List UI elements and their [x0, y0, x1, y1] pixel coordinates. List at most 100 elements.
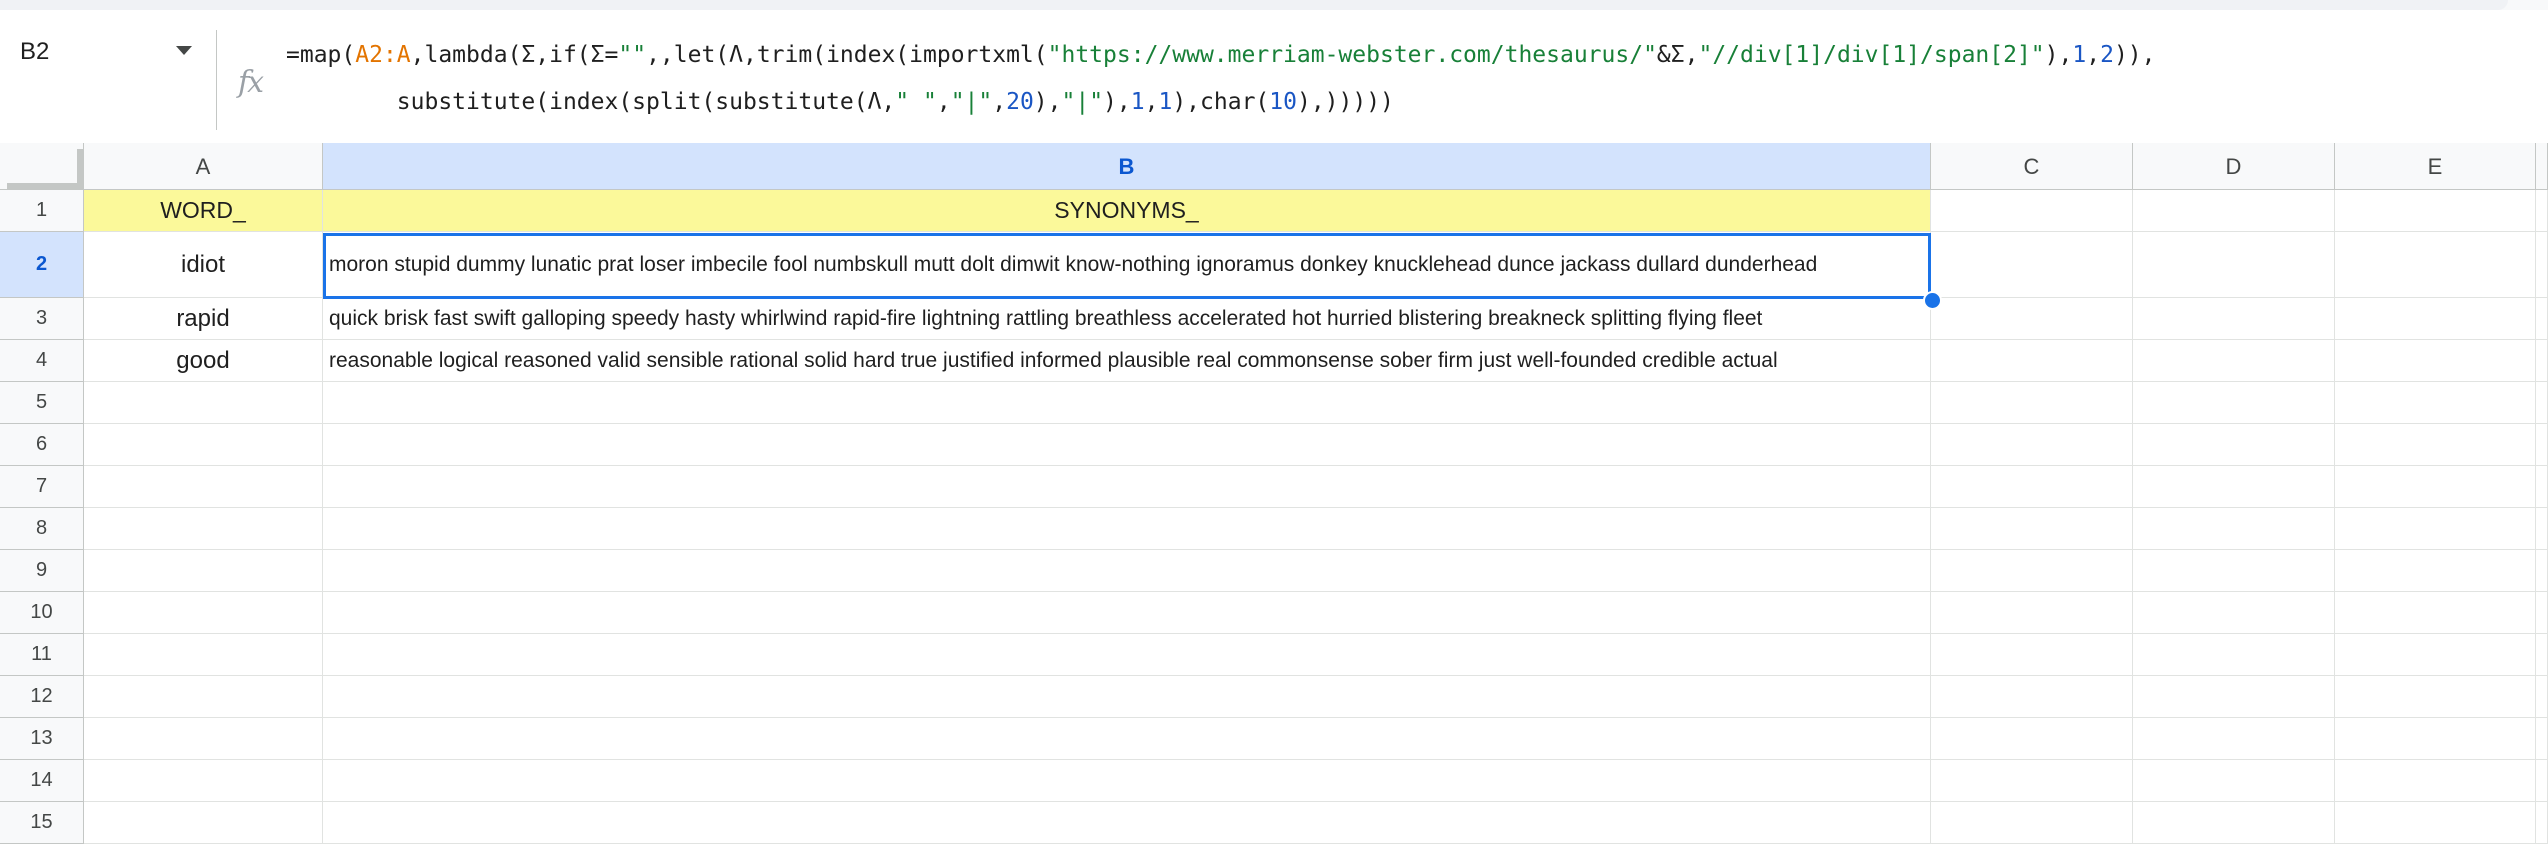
cell-c13[interactable]: [1931, 718, 2133, 760]
cell-e12[interactable]: [2335, 676, 2536, 718]
cell-b2[interactable]: moron stupid dummy lunatic prat loser im…: [323, 232, 1931, 298]
cell-c2[interactable]: [1931, 232, 2133, 298]
cell-f11[interactable]: [2536, 634, 2548, 676]
cell-e8[interactable]: [2335, 508, 2536, 550]
cell-a14[interactable]: [84, 760, 323, 802]
cell-d8[interactable]: [2133, 508, 2335, 550]
cell-d3[interactable]: [2133, 298, 2335, 340]
row-header[interactable]: 4: [0, 340, 84, 382]
cell-d12[interactable]: [2133, 676, 2335, 718]
row-header[interactable]: 12: [0, 676, 84, 718]
cell-f5[interactable]: [2536, 382, 2548, 424]
cell-a9[interactable]: [84, 550, 323, 592]
cell-c8[interactable]: [1931, 508, 2133, 550]
row-header[interactable]: 5: [0, 382, 84, 424]
cell-f4[interactable]: [2536, 340, 2548, 382]
cell-d11[interactable]: [2133, 634, 2335, 676]
cell-d5[interactable]: [2133, 382, 2335, 424]
cell-b8[interactable]: [323, 508, 1931, 550]
cell-b5[interactable]: [323, 382, 1931, 424]
cell-b11[interactable]: [323, 634, 1931, 676]
cell-e4[interactable]: [2335, 340, 2536, 382]
column-header-c[interactable]: C: [1931, 143, 2133, 190]
cell-e3[interactable]: [2335, 298, 2536, 340]
cell-d10[interactable]: [2133, 592, 2335, 634]
row-header[interactable]: 2: [0, 232, 84, 298]
cell-a1[interactable]: WORD_: [84, 190, 323, 232]
cell-e11[interactable]: [2335, 634, 2536, 676]
row-header[interactable]: 8: [0, 508, 84, 550]
cell-e10[interactable]: [2335, 592, 2536, 634]
column-header-e[interactable]: E: [2335, 143, 2536, 190]
row-header[interactable]: 10: [0, 592, 84, 634]
cell-e2[interactable]: [2335, 232, 2536, 298]
cell-b13[interactable]: [323, 718, 1931, 760]
cell-c11[interactable]: [1931, 634, 2133, 676]
row-header[interactable]: 7: [0, 466, 84, 508]
cell-e7[interactable]: [2335, 466, 2536, 508]
cell-b12[interactable]: [323, 676, 1931, 718]
row-header[interactable]: 15: [0, 802, 84, 844]
column-header-a[interactable]: A: [84, 143, 323, 190]
cell-b4[interactable]: reasonable logical reasoned valid sensib…: [323, 340, 1931, 382]
cell-c4[interactable]: [1931, 340, 2133, 382]
cell-e9[interactable]: [2335, 550, 2536, 592]
row-header[interactable]: 1: [0, 190, 84, 232]
cell-a15[interactable]: [84, 802, 323, 844]
cell-b1[interactable]: SYNONYMS_: [323, 190, 1931, 232]
cell-b3[interactable]: quick brisk fast swift galloping speedy …: [323, 298, 1931, 340]
cell-c6[interactable]: [1931, 424, 2133, 466]
cell-f15[interactable]: [2536, 802, 2548, 844]
row-header[interactable]: 13: [0, 718, 84, 760]
cell-f3[interactable]: [2536, 298, 2548, 340]
row-header[interactable]: 3: [0, 298, 84, 340]
cell-e15[interactable]: [2335, 802, 2536, 844]
cell-c10[interactable]: [1931, 592, 2133, 634]
cell-c14[interactable]: [1931, 760, 2133, 802]
cell-e14[interactable]: [2335, 760, 2536, 802]
cell-f10[interactable]: [2536, 592, 2548, 634]
cell-b15[interactable]: [323, 802, 1931, 844]
cell-c5[interactable]: [1931, 382, 2133, 424]
cell-d7[interactable]: [2133, 466, 2335, 508]
cell-c3[interactable]: [1931, 298, 2133, 340]
row-header[interactable]: 9: [0, 550, 84, 592]
cell-d14[interactable]: [2133, 760, 2335, 802]
cell-a10[interactable]: [84, 592, 323, 634]
cell-f7[interactable]: [2536, 466, 2548, 508]
column-header-b[interactable]: B: [323, 143, 1931, 190]
cell-f1[interactable]: [2536, 190, 2548, 232]
cell-b14[interactable]: [323, 760, 1931, 802]
chevron-down-icon[interactable]: [176, 46, 192, 55]
cell-a11[interactable]: [84, 634, 323, 676]
cell-f8[interactable]: [2536, 508, 2548, 550]
cell-c9[interactable]: [1931, 550, 2133, 592]
cell-e13[interactable]: [2335, 718, 2536, 760]
column-header-next[interactable]: [2536, 143, 2548, 190]
cell-e1[interactable]: [2335, 190, 2536, 232]
cell-c12[interactable]: [1931, 676, 2133, 718]
cell-a5[interactable]: [84, 382, 323, 424]
cell-a8[interactable]: [84, 508, 323, 550]
cell-d9[interactable]: [2133, 550, 2335, 592]
row-header[interactable]: 11: [0, 634, 84, 676]
cell-d15[interactable]: [2133, 802, 2335, 844]
select-all-corner[interactable]: [0, 143, 84, 190]
cell-a4[interactable]: good: [84, 340, 323, 382]
cell-a7[interactable]: [84, 466, 323, 508]
row-header[interactable]: 6: [0, 424, 84, 466]
cell-e6[interactable]: [2335, 424, 2536, 466]
cell-b7[interactable]: [323, 466, 1931, 508]
cell-b10[interactable]: [323, 592, 1931, 634]
cell-a13[interactable]: [84, 718, 323, 760]
formula-input[interactable]: =map(A2:A,lambda(Σ,if(Σ="",,let(Λ,trim(i…: [286, 32, 2155, 126]
cell-a6[interactable]: [84, 424, 323, 466]
cell-f14[interactable]: [2536, 760, 2548, 802]
fill-handle[interactable]: [1923, 291, 1942, 310]
row-header[interactable]: 14: [0, 760, 84, 802]
cell-d1[interactable]: [2133, 190, 2335, 232]
cell-c7[interactable]: [1931, 466, 2133, 508]
cell-a12[interactable]: [84, 676, 323, 718]
cell-d4[interactable]: [2133, 340, 2335, 382]
cell-f2[interactable]: [2536, 232, 2548, 298]
